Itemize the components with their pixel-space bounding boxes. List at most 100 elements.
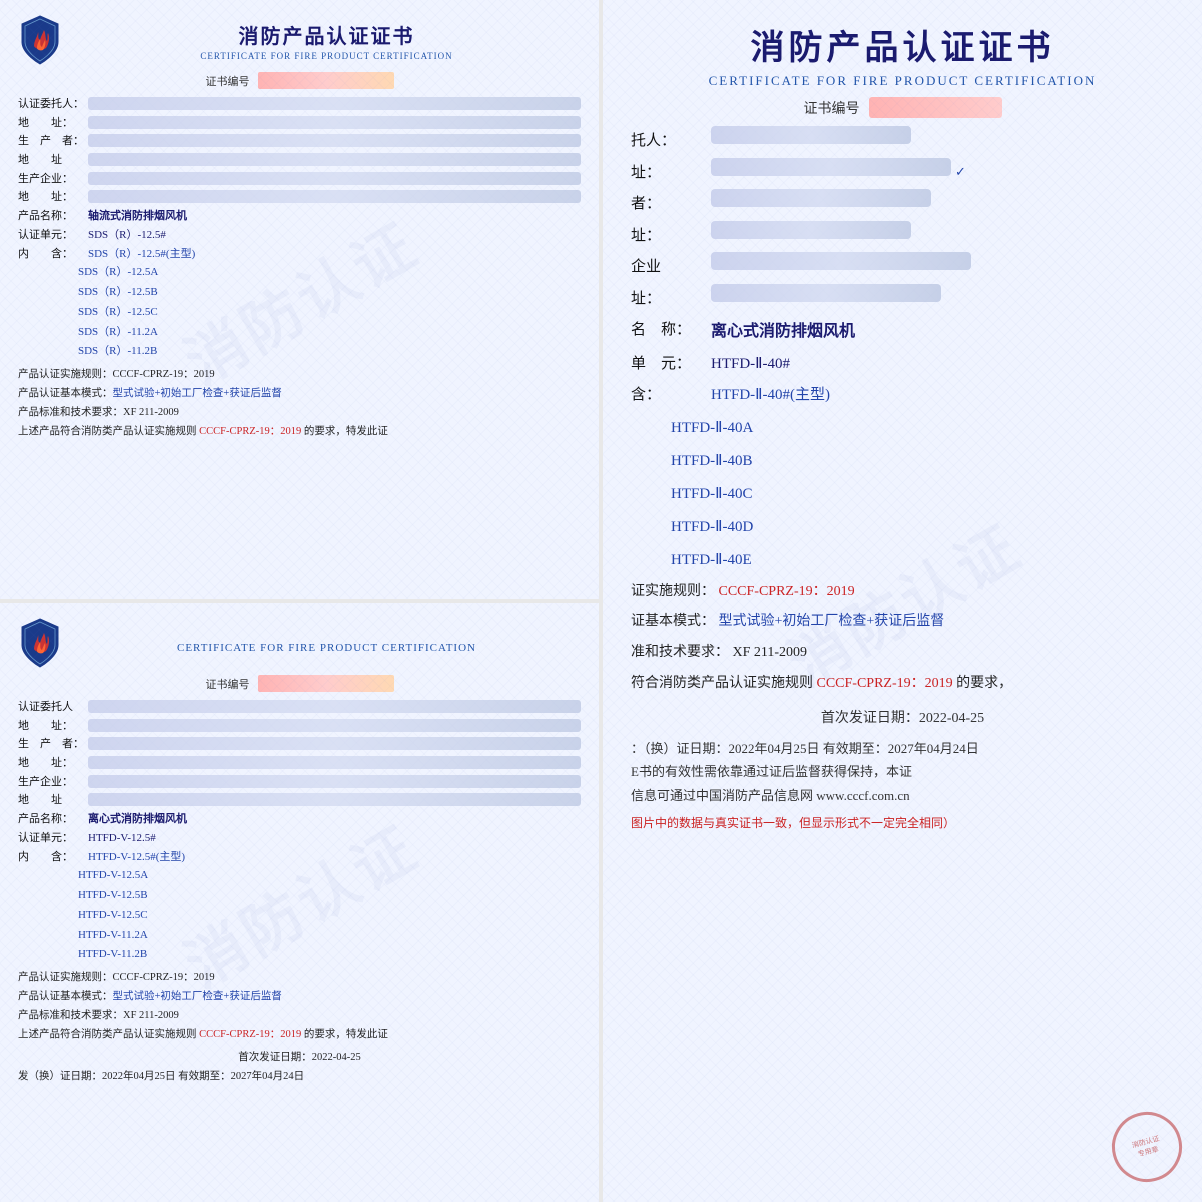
field-row-product: 产品名称： 离心式消防排烟风机 <box>18 810 581 829</box>
model-item: HTFD-Ⅱ-40B <box>671 445 1174 478</box>
field-label: 单 元： <box>631 349 711 381</box>
field-value-blurred <box>88 153 581 166</box>
cert-unit: HTFD-Ⅱ-40# <box>711 349 790 381</box>
field-label: 认证单元： <box>18 829 88 848</box>
large-field-weituoren: 托人： <box>631 126 1174 158</box>
large-field-shengchan: 者： <box>631 189 1174 221</box>
field-value-blurred <box>711 284 941 302</box>
field-row-product: 产品名称： 轴流式消防排烟风机 <box>18 207 581 226</box>
model-item: HTFD-V-12.5A <box>78 866 581 886</box>
field-value-blurred <box>88 190 581 203</box>
model-item: HTFD-Ⅱ-40A <box>671 412 1174 445</box>
field-label: 认证委托人 <box>18 698 88 717</box>
rule-item: 产品标准和技术要求：XF 211-2009 <box>18 404 581 423</box>
large-cert-fields: 托人： 址： ✓ 者： 址： 企业 址： 名 称： 离心式消防排烟风机 <box>631 126 1174 412</box>
product-name: 轴流式消防排烟风机 <box>88 207 187 226</box>
model-item: SDS（R）-12.5C <box>78 303 581 323</box>
field-label: 地 址： <box>18 188 88 207</box>
field-label: 名 称： <box>631 315 711 347</box>
field-label: 企业 <box>631 252 711 284</box>
cert-number-row: 证书编号 <box>18 72 581 89</box>
cert-unit: SDS（R）-12.5# <box>88 226 166 245</box>
large-field-product: 名 称： 离心式消防排烟风机 <box>631 315 1174 349</box>
cert-number-value <box>258 675 394 692</box>
large-cert-title-zh: 消防产品认证证书 <box>631 20 1174 69</box>
rule-item: 证基本模式： 型式试验+初始工厂检查+获证后监督 <box>631 607 1174 638</box>
field-label: 认证单元： <box>18 226 88 245</box>
compliance-text: 上述产品符合消防类产品认证实施规则 CCCF-CPRZ-19：2019 的要求，… <box>18 423 581 442</box>
field-label: 生产企业： <box>18 170 88 189</box>
large-field-content: 含： HTFD-Ⅱ-40#(主型) <box>631 380 1174 412</box>
field-label: 地 址： <box>18 754 88 773</box>
model-item: SDS（R）-11.2B <box>78 342 581 362</box>
stamp-circle: 消防认证专用章 <box>1104 1104 1190 1190</box>
cert-title-en: CERTIFICATE FOR FIRE PRODUCT CERTIFICATI… <box>72 51 581 61</box>
product-name: 离心式消防排烟风机 <box>711 315 855 349</box>
model-item: SDS（R）-11.2A <box>78 323 581 343</box>
field-label: 生 产 者： <box>18 735 88 754</box>
cert-title-en: CERTIFICATE FOR FIRE PRODUCT CERTIFICATI… <box>72 642 581 654</box>
highlight-text: CCCF-CPRZ-19：2019 <box>817 676 953 691</box>
cert-top-left: 消防认证 消防产品认证证书 CERTIFICATE FOR FIRE PRODU… <box>0 0 599 599</box>
field-value-blurred <box>88 172 581 185</box>
large-field-dizhi3: 址： <box>631 284 1174 316</box>
field-row-qiye: 生产企业： <box>18 773 581 792</box>
field-value-blurred <box>711 158 951 176</box>
field-label: 址： <box>631 284 711 316</box>
rule-item: 证实施规则： CCCF-CPRZ-19：2019 <box>631 577 1174 608</box>
model-item: HTFD-V-12.5B <box>78 886 581 906</box>
model-item: HTFD-V-11.2A <box>78 926 581 946</box>
field-label: 者： <box>631 189 711 221</box>
large-cert-number-label: 证书编号 <box>803 98 859 118</box>
cert-title-block: CERTIFICATE FOR FIRE PRODUCT CERTIFICATI… <box>72 632 581 654</box>
cert-right-large: 消防认证 消防产品认证证书 CERTIFICATE FOR FIRE PRODU… <box>603 0 1202 1202</box>
field-value-blurred <box>711 252 971 270</box>
renew-date: ：（换）证日期：2022年04月25日 有效期至：2027年04月24日 <box>631 737 1174 760</box>
product-name: 离心式消防排烟风机 <box>88 810 187 829</box>
field-label: 托人： <box>631 126 711 158</box>
cert-bottom-left: 消防认证 CERTIFICATE FOR FIRE PRODUCT CERTIF… <box>0 603 599 1202</box>
rule-item: 产品认证实施规则：CCCF-CPRZ-19：2019 <box>18 969 581 988</box>
rule-label: 证基本模式： <box>631 614 715 629</box>
field-value-blurred <box>88 756 581 769</box>
field-value-blurred <box>88 116 581 129</box>
field-row-dizhi2: 地 址： <box>18 754 581 773</box>
first-issue: 首次发证日期：2022-04-25 <box>631 706 1174 731</box>
field-label: 址： <box>631 221 711 253</box>
model-main: SDS（R）-12.5#(主型) <box>88 245 195 264</box>
image-note: 图片中的数据与真实证书一致，但显示形式不一定完全相同） <box>631 813 1174 835</box>
field-value-blurred <box>88 719 581 732</box>
field-row-content: 内 含： SDS（R）-12.5#(主型) <box>18 245 581 264</box>
field-value-blurred <box>88 97 581 110</box>
rule-item: 产品标准和技术要求：XF 211-2009 <box>18 1007 581 1026</box>
large-field-dizhi2: 址： <box>631 221 1174 253</box>
field-label: 地 址： <box>18 717 88 736</box>
field-label: 认证委托人： <box>18 95 88 114</box>
cert-header: CERTIFICATE FOR FIRE PRODUCT CERTIFICATI… <box>18 617 581 669</box>
field-value-blurred <box>88 775 581 788</box>
model-list: HTFD-V-12.5A HTFD-V-12.5B HTFD-V-12.5C H… <box>78 866 581 965</box>
field-row-weituoren: 认证委托人 <box>18 698 581 717</box>
cert-number-label: 证书编号 <box>206 73 250 89</box>
compliance-text: 符合消防类产品认证实施规则 CCCF-CPRZ-19：2019 的要求， <box>631 669 1174 700</box>
stamp-text: 消防认证专用章 <box>1131 1134 1163 1161</box>
field-label: 生 产 者： <box>18 132 88 151</box>
validity-note: E书的有效性需依靠通过证后监督获得保持，本证 <box>631 760 1174 783</box>
field-row-weituoren: 认证委托人： <box>18 95 581 114</box>
field-value-blurred <box>88 737 581 750</box>
large-field-dizhi1: 址： ✓ <box>631 158 1174 190</box>
check-icon: ✓ <box>955 158 966 185</box>
field-row-unit: 认证单元： SDS（R）-12.5# <box>18 226 581 245</box>
mode-text: 型式试验+初始工厂检查+获证后监督 <box>113 388 282 399</box>
model-item: HTFD-V-12.5C <box>78 906 581 926</box>
field-row-dizhi1: 地 址： <box>18 114 581 133</box>
field-value-blurred <box>88 700 581 713</box>
field-row-qiye: 生产企业： <box>18 170 581 189</box>
field-row-dizhi1: 地 址： <box>18 717 581 736</box>
field-label: 地 址 <box>18 791 88 810</box>
model-item: HTFD-Ⅱ-40E <box>671 544 1174 577</box>
rule-label: 证实施规则： <box>631 584 715 599</box>
cert-fields: 认证委托人： 地 址： 生 产 者： 地 址 生产企业： 地 址： <box>18 95 581 263</box>
model-list: SDS（R）-12.5A SDS（R）-12.5B SDS（R）-12.5C S… <box>78 263 581 362</box>
field-value-blurred <box>88 793 581 806</box>
